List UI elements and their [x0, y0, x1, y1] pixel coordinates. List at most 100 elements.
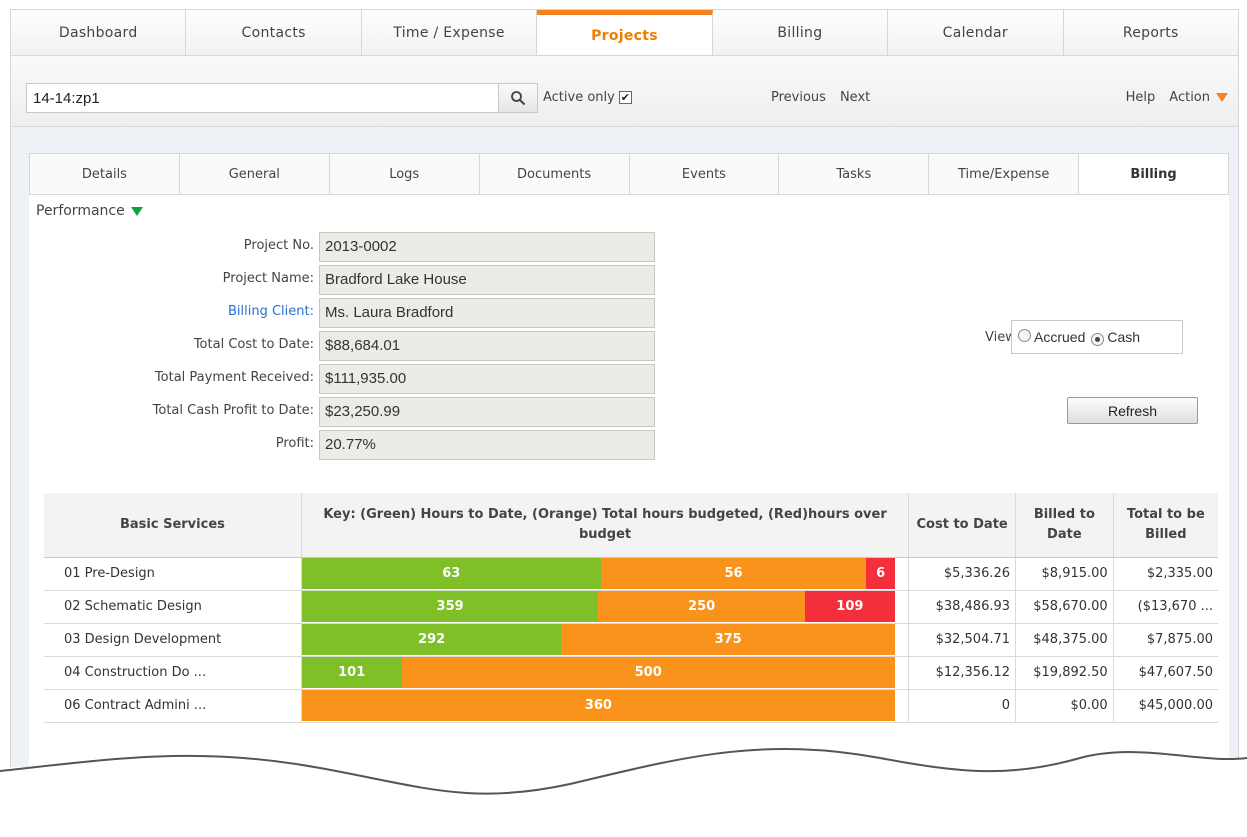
service-name[interactable]: 03 Design Development [44, 623, 302, 657]
service-name[interactable]: 06 Contract Admini ... [44, 689, 302, 723]
nav-tab-contacts[interactable]: Contacts [186, 10, 362, 56]
hours-over-budget-bar: 109 [804, 591, 895, 622]
hours-bar: 360 [301, 690, 895, 721]
total-cash-profit-value: $23,250.99 [319, 397, 655, 427]
billed-to-date: $19,892.50 [1015, 656, 1114, 690]
project-search: 14-14:zp1 [26, 83, 538, 113]
table-row[interactable]: 04 Construction Do ... 101 500 $12,356.12 $1… [44, 656, 1218, 690]
accrued-label: Accrued [1034, 329, 1086, 345]
hours-bar-cell: 292 375 [301, 623, 910, 657]
billed-to-date: $0.00 [1015, 689, 1114, 723]
hours-over-budget-bar: 6 [866, 558, 895, 589]
nav-tab-dashboard[interactable]: Dashboard [11, 10, 187, 56]
total-to-be-billed: $47,607.50 [1113, 656, 1218, 690]
torn-edge [0, 747, 1247, 837]
cost-to-date: $5,336.26 [908, 557, 1017, 591]
hours-budgeted-bar: 375 [561, 624, 895, 655]
total-to-be-billed: $45,000.00 [1113, 689, 1218, 723]
field-label: Project No. [243, 238, 314, 253]
tab-details[interactable]: Details [30, 154, 180, 194]
table-row[interactable]: 02 Schematic Design 359 250 109 $38,486.93 $5… [44, 590, 1218, 624]
view-radio-group: Accrued Cash [1011, 320, 1183, 354]
table-row[interactable]: 01 Pre-Design 63 56 6 $5,336.26 $8,915.00 $2,3… [44, 557, 1218, 591]
nav-tab-calendar[interactable]: Calendar [888, 10, 1064, 56]
service-name[interactable]: 04 Construction Do ... [44, 656, 302, 690]
billed-to-date: $58,670.00 [1015, 590, 1114, 624]
field-project-no: Project No. 2013-0002 [29, 232, 659, 262]
cash-label: Cash [1107, 328, 1141, 345]
billed-to-date: $48,375.00 [1015, 623, 1114, 657]
header-billed-to-date: Billed to Date [1015, 493, 1114, 558]
hours-bar-cell: 360 [301, 689, 910, 723]
header-key: Key: (Green) Hours to Date, (Orange) Tot… [301, 493, 910, 558]
tab-time-expense[interactable]: Time/Expense [929, 154, 1080, 194]
field-total-cost: Total Cost to Date: $88,684.01 [29, 331, 659, 361]
profit-value: 20.77% [319, 430, 655, 460]
field-label: Total Cash Profit to Date: [152, 403, 314, 418]
help-action: Help Action [1126, 90, 1228, 105]
billed-to-date: $8,915.00 [1015, 557, 1114, 591]
chevron-down-icon [1216, 93, 1228, 102]
hours-bar: 101 500 [301, 657, 895, 688]
view-option-accrued[interactable]: Accrued [1018, 329, 1085, 345]
tab-logs[interactable]: Logs [330, 154, 480, 194]
tab-billing[interactable]: Billing [1079, 154, 1228, 194]
nav-tab-time-expense[interactable]: Time / Expense [361, 10, 538, 56]
nav-tab-projects[interactable]: Projects [537, 10, 713, 56]
billing-content: Performance Project No. 2013-0002 Projec… [29, 195, 1229, 767]
hours-bar: 359 250 109 [301, 591, 895, 622]
radio-cash[interactable] [1091, 332, 1105, 346]
previous-link[interactable]: Previous [771, 90, 826, 105]
performance-title: Performance [36, 203, 125, 219]
view-option-cash[interactable]: Cash [1091, 329, 1140, 346]
billing-client-link[interactable]: Billing Client: [228, 304, 314, 319]
field-total-cash-profit: Total Cash Profit to Date: $23,250.99 [29, 397, 659, 427]
tab-tasks[interactable]: Tasks [779, 154, 930, 194]
total-to-be-billed: $2,335.00 [1113, 557, 1218, 591]
hours-to-date-bar: 292 [301, 624, 562, 655]
cost-to-date: $32,504.71 [908, 623, 1017, 657]
active-only-checkbox[interactable]: ✔ [618, 91, 632, 104]
tab-general[interactable]: General [180, 154, 330, 194]
field-label: Project Name: [222, 271, 314, 286]
toolbar: 14-14:zp1 Active only ✔ Previous Next He… [10, 55, 1239, 127]
field-label: Total Cost to Date: [193, 337, 314, 352]
billing-client-value: Ms. Laura Bradford [319, 298, 655, 328]
header-cost-to-date: Cost to Date [908, 493, 1017, 558]
tab-documents[interactable]: Documents [480, 154, 630, 194]
search-button[interactable] [498, 84, 537, 112]
cost-to-date: $38,486.93 [908, 590, 1017, 624]
cost-to-date: $12,356.12 [908, 656, 1017, 690]
main-nav: Dashboard Contacts Time / Expense Projec… [10, 9, 1239, 56]
project-search-input[interactable]: 14-14:zp1 [27, 84, 498, 112]
action-menu[interactable]: Action [1169, 90, 1228, 105]
radio-accrued[interactable] [1018, 329, 1031, 342]
project-panel: Details General Logs Documents Events Ta… [10, 127, 1239, 767]
help-link[interactable]: Help [1126, 90, 1156, 105]
tab-events[interactable]: Events [630, 154, 780, 194]
nav-tab-billing[interactable]: Billing [712, 10, 889, 56]
total-to-be-billed: $7,875.00 [1113, 623, 1218, 657]
pager: Previous Next [771, 90, 870, 105]
hours-budgeted-bar: 500 [401, 657, 895, 688]
chevron-down-icon [130, 206, 143, 216]
hours-to-date-bar: 101 [301, 657, 402, 688]
total-payment-value: $111,935.00 [319, 364, 655, 394]
field-profit: Profit: 20.77% [29, 430, 659, 460]
refresh-button[interactable]: Refresh [1067, 397, 1198, 424]
cost-to-date: 0 [908, 689, 1017, 723]
service-name[interactable]: 01 Pre-Design [44, 557, 302, 591]
hours-bar: 292 375 [301, 624, 895, 655]
active-only-toggle[interactable]: Active only ✔ [543, 90, 632, 105]
hours-to-date-bar: 359 [301, 591, 599, 622]
field-billing-client: Billing Client: Ms. Laura Bradford [29, 298, 659, 328]
next-link[interactable]: Next [840, 90, 870, 105]
field-label: Total Payment Received: [154, 370, 314, 385]
hours-bar-cell: 63 56 6 [301, 557, 910, 591]
performance-toggle[interactable]: Performance [36, 203, 143, 219]
search-icon [511, 91, 526, 106]
table-row[interactable]: 03 Design Development 292 375 $32,504.71 $48… [44, 623, 1218, 657]
nav-tab-reports[interactable]: Reports [1063, 10, 1238, 56]
table-row[interactable]: 06 Contract Admini ... 360 0 $0.00 $45,000.0… [44, 689, 1218, 723]
service-name[interactable]: 02 Schematic Design [44, 590, 302, 624]
